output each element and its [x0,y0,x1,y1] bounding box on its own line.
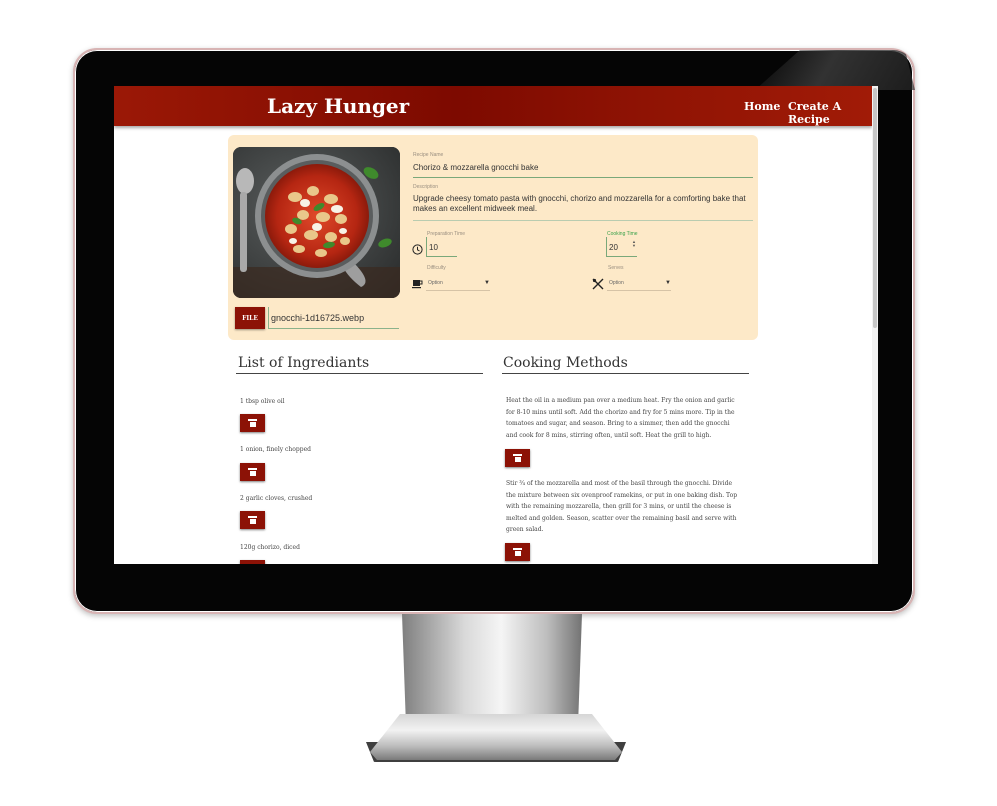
ingredient-item: 1 tbsp olive oil [240,398,285,405]
delete-method-button[interactable] [505,449,530,467]
description-underline [413,220,753,221]
delete-ingredient-button[interactable] [240,560,265,564]
brand-logo[interactable]: Lazy Hunger [267,94,409,118]
trash-icon [513,548,522,556]
method-step: Stir ¾ of the mozzarella and most of the… [506,480,738,533]
serves-label: Serves [608,265,624,271]
page-scrollbar[interactable] [872,86,878,564]
ingredients-title-underline [236,373,483,374]
ingredients-title: List of Ingrediants [238,355,370,371]
cooking-methods-title-underline [502,373,749,374]
serves-selected-value: Option [609,280,624,286]
file-name-field[interactable]: gnocchi-1d16725.webp [268,307,399,329]
recipe-photo [233,147,400,298]
difficulty-label: Difficulty [427,265,446,271]
description-label: Description [413,184,439,190]
delete-ingredient-button[interactable] [240,414,265,432]
recipe-name-label: Recipe Name [413,152,444,158]
file-upload-button[interactable]: FILE [235,307,265,329]
recipe-form-card: FILE gnocchi-1d16725.webp Recipe Name Ch… [228,135,758,340]
screen: Lazy Hunger Home Create A Recipe FILE gn… [114,86,878,564]
delete-ingredient-button[interactable] [240,463,265,481]
navbar: Lazy Hunger Home Create A Recipe [114,86,872,126]
chevron-down-icon: ▼ [665,280,671,286]
difficulty-selected-value: Option [428,280,443,286]
trash-icon [248,468,257,476]
cup-icon [412,278,423,292]
description-textarea[interactable]: Upgrade cheesy tomato pasta with gnocchi… [413,194,748,214]
trash-icon [513,454,522,462]
recipe-name-input[interactable]: Chorizo & mozzarella gnocchi bake [413,163,538,172]
cooking-time-spinner[interactable]: ▲ ▼ [632,240,637,249]
monitor-stand-neck [402,614,582,726]
nav-create-recipe-link[interactable]: Create A Recipe [788,100,872,126]
ingredient-item: 2 garlic cloves, crushed [240,495,313,502]
trash-icon [248,419,257,427]
method-step: Heat the oil in a medium pan over a medi… [506,397,735,439]
recipe-name-underline [413,177,753,178]
delete-method-button[interactable] [505,543,530,561]
cooking-methods-title: Cooking Methods [503,355,628,371]
ingredient-item: 120g chorizo, diced [240,544,300,551]
serves-select[interactable]: Option ▼ [607,275,671,291]
cutlery-icon [592,278,604,293]
nav-home-link[interactable]: Home [744,100,780,113]
clock-icon [412,244,423,258]
chevron-down-icon: ▼ [484,280,490,286]
scrollbar-thumb[interactable] [873,88,877,328]
trash-icon [248,516,257,524]
monitor-stand-base [370,714,622,760]
ingredient-item: 1 onion, finely chopped [240,446,311,453]
preparation-time-input[interactable]: 10 [426,237,457,257]
delete-ingredient-button[interactable] [240,511,265,529]
gnocchi-photo-illustration [233,147,400,298]
difficulty-select[interactable]: Option ▼ [426,275,490,291]
